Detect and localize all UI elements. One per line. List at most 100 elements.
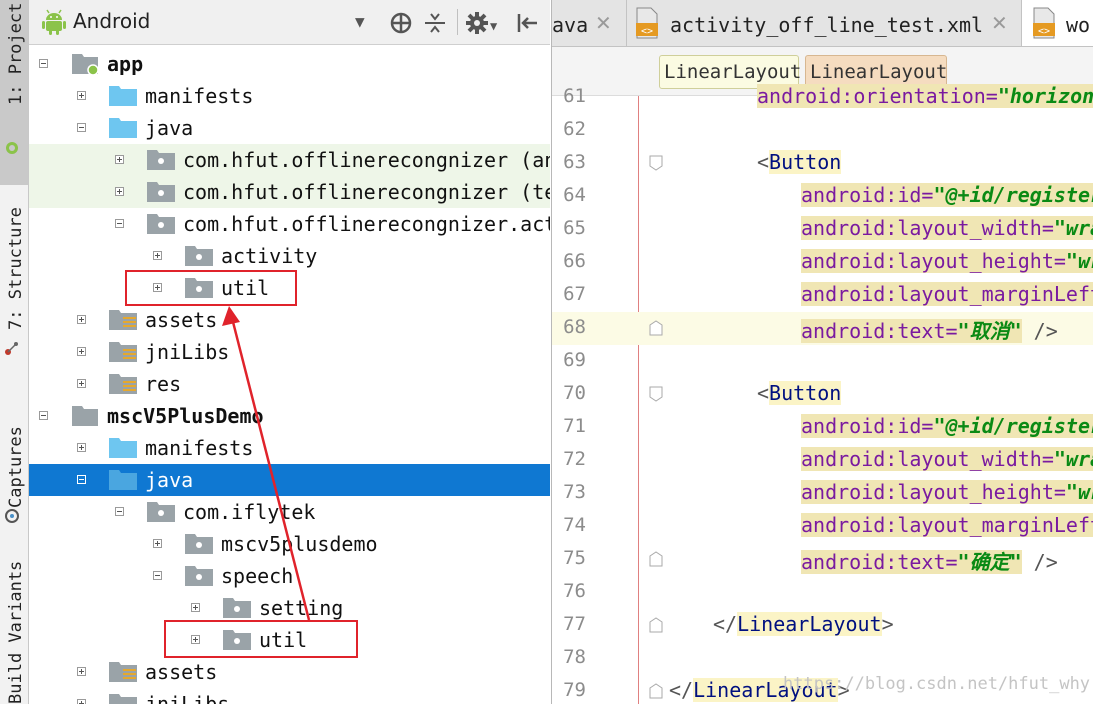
tree-node-mscv5plusdemo-module[interactable]: mscV5PlusDemo [29,400,550,432]
expand-toggle[interactable] [77,699,86,704]
tree-node-package-activity[interactable]: com.hfut.offlinerecongnizer.activity [29,208,550,240]
attribute-value: "@+id/register [933,414,1093,438]
fold-marker-icon[interactable] [649,155,663,171]
collapse-toggle[interactable] [115,507,124,516]
tree-label: setting [259,596,344,620]
fold-marker-icon[interactable] [649,683,663,699]
tree-node-assets[interactable]: assets [29,304,550,336]
expand-toggle[interactable] [191,603,200,612]
tree-node-manifests-2[interactable]: manifests [29,432,550,464]
structure-icon [5,342,18,355]
tree-node-java-2[interactable]: java [29,464,550,496]
tree-node-manifests[interactable]: manifests [29,80,550,112]
collapse-all-icon[interactable] [423,11,447,35]
tree-node-jnilibs[interactable]: jniLibs [29,336,550,368]
attribute-name: layout_width= [897,447,1054,471]
code-line[interactable]: 70 <Button [552,378,1093,411]
tree-node-res[interactable]: res [29,368,550,400]
expand-toggle[interactable] [77,379,86,388]
tag-name: Button [769,381,842,405]
attribute-namespace: android: [801,216,898,240]
tree-node-package-test[interactable]: com.hfut.offlinerecongnizer (test) [29,176,550,208]
code-line[interactable]: 77 </LinearLayout> [552,609,1093,642]
view-dropdown-icon[interactable]: ▼ [355,10,365,34]
code-line[interactable]: 74 android:layout_marginLeft [552,510,1093,543]
attribute-namespace: android: [801,513,898,537]
editor-tab-active[interactable]: <> wor [1022,0,1093,46]
tree-node-speech[interactable]: speech [29,560,550,592]
editor-tab-java[interactable]: ava ✕ [552,0,627,46]
tool-tab-project[interactable]: 1: Project [0,0,28,185]
gear-dropdown-icon[interactable]: ▼ [490,14,497,38]
tag-bracket-close: > [881,612,894,636]
code-line[interactable]: 61 android:orientation="horizon [552,81,1093,114]
expand-toggle[interactable] [153,539,162,548]
line-number: 73 [563,481,586,503]
code-text: </LinearLayout> [713,612,894,636]
tool-tab-build-variants[interactable]: Build Variants [0,560,28,704]
code-line[interactable]: 71 android:id="@+id/register [552,411,1093,444]
collapse-toggle[interactable] [153,571,162,580]
code-line[interactable]: 65 android:layout_width="wra [552,213,1093,246]
tree-node-assets-2[interactable]: assets [29,656,550,688]
hide-panel-icon[interactable] [515,11,539,35]
fold-marker-icon[interactable] [649,320,663,336]
collapse-toggle[interactable] [39,59,48,68]
code-line[interactable]: 64 android:id="@+id/register [552,180,1093,213]
attribute-name: text= [897,319,958,343]
tree-label: assets [145,660,218,684]
module-folder-icon [72,54,99,75]
expand-toggle[interactable] [77,91,86,100]
collapse-toggle[interactable] [115,219,124,228]
code-text: <Button [757,150,842,174]
close-icon[interactable]: ✕ [991,11,1008,35]
tree-node-com-iflytek[interactable]: com.iflytek [29,496,550,528]
tree-node-activity[interactable]: activity [29,240,550,272]
fold-marker-icon[interactable] [649,617,663,633]
code-line[interactable]: 62 [552,114,1093,147]
close-icon[interactable]: ✕ [595,11,612,35]
tree-node-package-androidtest[interactable]: com.hfut.offlinerecongnizer (androidTest… [29,144,550,176]
code-line[interactable]: 69 [552,345,1093,378]
expand-toggle[interactable] [77,443,86,452]
code-text: android:layout_width="wra [801,216,1093,240]
expand-toggle[interactable] [115,187,124,196]
code-line[interactable]: 76 [552,576,1093,609]
package-icon [147,502,175,522]
line-number: 79 [563,679,586,701]
expand-toggle[interactable] [153,251,162,260]
expand-toggle[interactable] [115,155,124,164]
code-line[interactable]: 63 <Button [552,147,1093,180]
code-line[interactable]: 73 android:layout_height="wr [552,477,1093,510]
line-number: 77 [563,613,586,635]
expand-toggle[interactable] [77,347,86,356]
tree-node-mscv5plusdemo-package[interactable]: mscv5plusdemo [29,528,550,560]
gear-icon[interactable] [465,11,489,35]
fold-marker-icon[interactable] [649,386,663,402]
code-text: android:layout_width="wra [801,447,1093,471]
collapse-toggle[interactable] [77,123,86,132]
tree-node-jnilibs-2[interactable]: jniLibs [29,688,550,704]
code-line[interactable]: 68 android:text="取消" /> [552,312,1093,345]
editor-tab-bar: ava ✕ <> activity_off_line_test.xml ✕ <>… [552,0,1093,47]
code-line[interactable]: 72 android:layout_width="wra [552,444,1093,477]
code-line[interactable]: 67 android:layout_marginLeft [552,279,1093,312]
code-text: android:layout_height="wr [801,480,1093,504]
code-line[interactable]: 78 [552,642,1093,675]
tool-tab-captures[interactable]: Captures [0,380,28,540]
collapse-toggle[interactable] [77,475,86,484]
expand-toggle[interactable] [77,667,86,676]
code-line[interactable]: 66 android:layout_height="wr [552,246,1093,279]
collapse-toggle[interactable] [39,411,48,420]
tree-label: mscv5plusdemo [221,532,378,556]
scroll-from-source-icon[interactable] [389,11,413,35]
code-line[interactable]: 75 android:text="确定" /> [552,543,1093,576]
tool-tab-structure[interactable]: 7: Structure [0,190,28,370]
tree-node-java[interactable]: java [29,112,550,144]
project-view-selector[interactable]: Android [73,9,150,33]
expand-toggle[interactable] [77,315,86,324]
editor-tab-activity-xml[interactable]: <> activity_off_line_test.xml ✕ [627,0,1022,46]
tree-node-app-module[interactable]: app [29,48,550,80]
fold-marker-icon[interactable] [649,551,663,567]
attribute-namespace: android: [801,480,898,504]
